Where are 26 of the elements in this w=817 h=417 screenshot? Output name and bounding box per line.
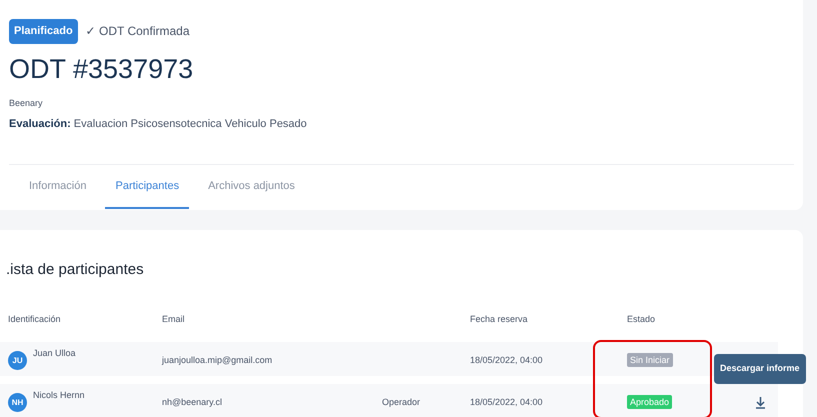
column-header: Email xyxy=(162,314,185,324)
tab[interactable]: Participantes xyxy=(105,164,190,209)
participant-name: Juan Ulloa xyxy=(33,347,76,360)
role-cell: Operador xyxy=(382,396,420,406)
status-badge: Sin Iniciar xyxy=(627,352,673,366)
tab[interactable]: Información xyxy=(19,164,96,209)
section-title: .ista de participantes xyxy=(5,260,145,280)
company-name: Beenary xyxy=(9,96,44,110)
column-header: Estado xyxy=(627,314,656,324)
tab[interactable]: Archivos adjuntos xyxy=(198,164,305,209)
column-header: Fecha reserva xyxy=(470,314,528,324)
avatar: NH xyxy=(8,393,27,412)
confirmation-text: ✓ ODT Confirmada xyxy=(86,23,190,40)
email-cell: juanjoulloa.mip@gmail.com xyxy=(162,354,272,364)
email-cell: nh@beenary.cl xyxy=(162,396,222,406)
participant-name: Nicols Hernn xyxy=(33,389,85,402)
evaluation-text: Evaluación: Evaluacion Psicosensotecnica Vehiculo Pesado xyxy=(9,117,308,132)
order-title: ODT #3537973 xyxy=(9,52,194,86)
date-cell: 18/05/2022, 04:00 xyxy=(470,396,543,406)
avatar: JU xyxy=(8,351,27,370)
date-cell: 18/05/2022, 04:00 xyxy=(470,354,543,364)
column-header: Identificación xyxy=(8,314,61,324)
download-icon[interactable] xyxy=(755,396,766,409)
status-badge: Planificado xyxy=(9,19,78,44)
tooltip: Descargar informe xyxy=(714,354,806,384)
status-badge: Aprobado xyxy=(627,394,672,408)
